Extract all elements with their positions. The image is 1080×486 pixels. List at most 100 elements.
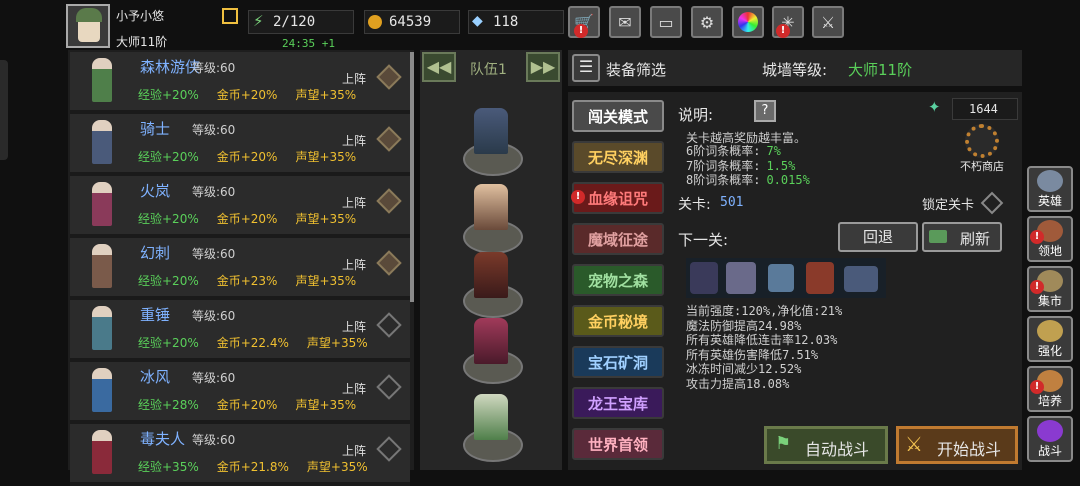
- edit-name-icon[interactable]: [222, 8, 238, 24]
- effect-line: 当前强度:120%,净化值:21%: [686, 304, 843, 318]
- mode-tab-label: 血缘诅咒: [587, 189, 648, 208]
- stage-value: 501: [720, 195, 744, 210]
- settings-button[interactable]: ⚙: [691, 6, 723, 38]
- hero-row[interactable]: 冰风 等级:60 经验+28% 金币+20% 声望+35% 上阵: [70, 362, 410, 424]
- next-team-button[interactable]: ▶▶: [526, 52, 560, 82]
- stage-effects: 当前强度:120%,净化值:21% 魔法防御提高24.98% 所有英雄降低连击率…: [686, 304, 842, 391]
- hero-row[interactable]: 火岚 等级:60 经验+20% 金币+20% 声望+35% 上阵: [70, 176, 410, 238]
- mode-tab[interactable]: 魔域征途: [572, 223, 664, 255]
- back-button[interactable]: 回退: [838, 222, 918, 252]
- mode-tab-label: 魔域征途: [587, 230, 648, 249]
- odds-row: 7阶词条概率: 1.5%: [686, 158, 796, 173]
- avatar[interactable]: [66, 4, 110, 48]
- start-battle-button[interactable]: ⚔ 开始战斗: [896, 426, 1018, 464]
- enemy-preview: [686, 258, 886, 298]
- hero-row[interactable]: 幻刺 等级:60 经验+20% 金币+23% 声望+35% 上阵: [70, 238, 410, 300]
- hero-portrait-icon: [78, 180, 128, 230]
- gamepad-button[interactable]: ▭: [650, 6, 682, 38]
- mode-tab[interactable]: 金币秘境: [572, 305, 664, 337]
- hero-portrait-icon: [78, 428, 128, 478]
- info-help-button[interactable]: ?: [754, 100, 776, 122]
- hero-fame-bonus: 声望+35%: [295, 398, 357, 412]
- left-edge-handle[interactable]: [0, 60, 8, 160]
- mode-tab[interactable]: 宝石矿洞: [572, 346, 664, 378]
- hero-gold-bonus: 金币+20%: [216, 88, 278, 102]
- shop-gear-icon: [965, 124, 999, 158]
- hero-deploy-toggle[interactable]: [376, 64, 402, 90]
- side-menu-label: 英雄: [1037, 194, 1062, 208]
- hero-deploy-toggle[interactable]: [376, 250, 402, 276]
- stage-label: 关卡:: [678, 197, 711, 213]
- gem-icon: ◆: [472, 13, 483, 29]
- mode-tab-label: 宠物之森: [587, 271, 648, 290]
- hero-name: 毒夫人: [140, 430, 186, 448]
- side-menu-label: 领地: [1037, 244, 1062, 258]
- hero-row[interactable]: 重锤 等级:60 经验+20% 金币+22.4% 声望+35% 上阵: [70, 300, 410, 362]
- hero-deploy-label: 上阵: [342, 196, 367, 210]
- hero-stats: 经验+35% 金币+21.8% 声望+35%: [138, 458, 386, 475]
- gold-value: 64539: [389, 14, 432, 30]
- lightning-icon: ⚡: [253, 12, 264, 30]
- mode-tab[interactable]: 血缘诅咒: [572, 182, 664, 214]
- effect-line: 冰冻时间减少12.52%: [686, 362, 802, 376]
- mode-tab[interactable]: 世界首领: [572, 428, 664, 460]
- immortal-shop-button[interactable]: 不朽商店: [956, 124, 1008, 173]
- side-menu-button[interactable]: 强化: [1027, 316, 1073, 362]
- flag-icon: ⚑: [775, 433, 792, 454]
- hero-exp-bonus: 经验+20%: [138, 274, 199, 288]
- enemy-beast-icon: [844, 266, 878, 292]
- side-menu-button[interactable]: 战斗: [1027, 416, 1073, 462]
- hero-deploy-label: 上阵: [342, 382, 367, 396]
- hero-exp-bonus: 经验+35%: [138, 460, 199, 474]
- player-name: 小予小悠: [116, 9, 165, 23]
- hero-gold-bonus: 金币+20%: [216, 212, 278, 226]
- video-icon: [929, 230, 947, 243]
- hero-gold-bonus: 金币+23%: [216, 274, 278, 288]
- refresh-button-label: 刷新: [960, 230, 991, 248]
- color-wheel-button[interactable]: [732, 6, 764, 38]
- hero-deploy-label: 上阵: [342, 444, 367, 458]
- token-value: 1644: [969, 102, 998, 116]
- enemy-warrior-icon: [806, 262, 834, 294]
- double-right-arrow-icon: ▶▶: [530, 57, 556, 76]
- effect-line: 所有英雄伤害降低7.51%: [686, 347, 819, 362]
- gem-value: 118: [493, 14, 519, 30]
- hero-deploy-label: 上阵: [342, 258, 367, 272]
- mode-tab[interactable]: 龙王宝库: [572, 387, 664, 419]
- hero-portrait-icon: [78, 304, 128, 354]
- prev-team-button[interactable]: ◀◀: [422, 52, 456, 82]
- helmet-icon: [1037, 170, 1063, 192]
- hero-gold-bonus: 金币+22.4%: [216, 336, 289, 350]
- hero-row[interactable]: 森林游侠 等级:60 经验+20% 金币+20% 声望+35% 上阵: [70, 52, 410, 114]
- hero-name: 骑士: [140, 120, 171, 138]
- hero-list-scrollbar[interactable]: [410, 52, 414, 302]
- hero-deploy-toggle[interactable]: [376, 374, 402, 400]
- team-hero-mantis: [474, 252, 508, 298]
- hero-row[interactable]: 毒夫人 等级:60 经验+35% 金币+21.8% 声望+35% 上阵: [70, 424, 410, 486]
- energy-display: ⚡ 2/120: [248, 10, 354, 34]
- hero-deploy-label: 上阵: [342, 320, 367, 334]
- mail-button[interactable]: ✉: [609, 6, 641, 38]
- mode-tab[interactable]: 无尽深渊: [572, 141, 664, 173]
- back-button-label: 回退: [862, 228, 893, 246]
- auto-battle-button[interactable]: ⚑ 自动战斗: [764, 426, 888, 464]
- token-display: 1644: [952, 98, 1018, 120]
- hero-level: 等级:60: [192, 309, 236, 323]
- mode-tab[interactable]: 宠物之森: [572, 264, 664, 296]
- side-menu-alert-icon: !: [1030, 230, 1044, 244]
- hero-fame-bonus: 声望+35%: [295, 88, 357, 102]
- refresh-button[interactable]: 刷新: [922, 222, 1002, 252]
- team-hero-ranger: [474, 394, 508, 440]
- hero-deploy-toggle[interactable]: [376, 126, 402, 152]
- mode-tab-label: 世界首领: [587, 435, 648, 454]
- side-menu-button[interactable]: 英雄: [1027, 166, 1073, 212]
- hero-level: 等级:60: [192, 185, 236, 199]
- battle-log-button[interactable]: ⚔: [812, 6, 844, 38]
- mode-tab-label: 闯关模式: [587, 107, 648, 126]
- mode-tab[interactable]: 闯关模式: [572, 100, 664, 132]
- hero-name: 重锤: [140, 306, 171, 324]
- equip-filter-button[interactable]: ☰: [572, 54, 600, 82]
- hero-row[interactable]: 骑士 等级:60 经验+20% 金币+20% 声望+35% 上阵: [70, 114, 410, 176]
- hero-fame-bonus: 声望+35%: [295, 274, 357, 288]
- hero-deploy-toggle[interactable]: [376, 188, 402, 214]
